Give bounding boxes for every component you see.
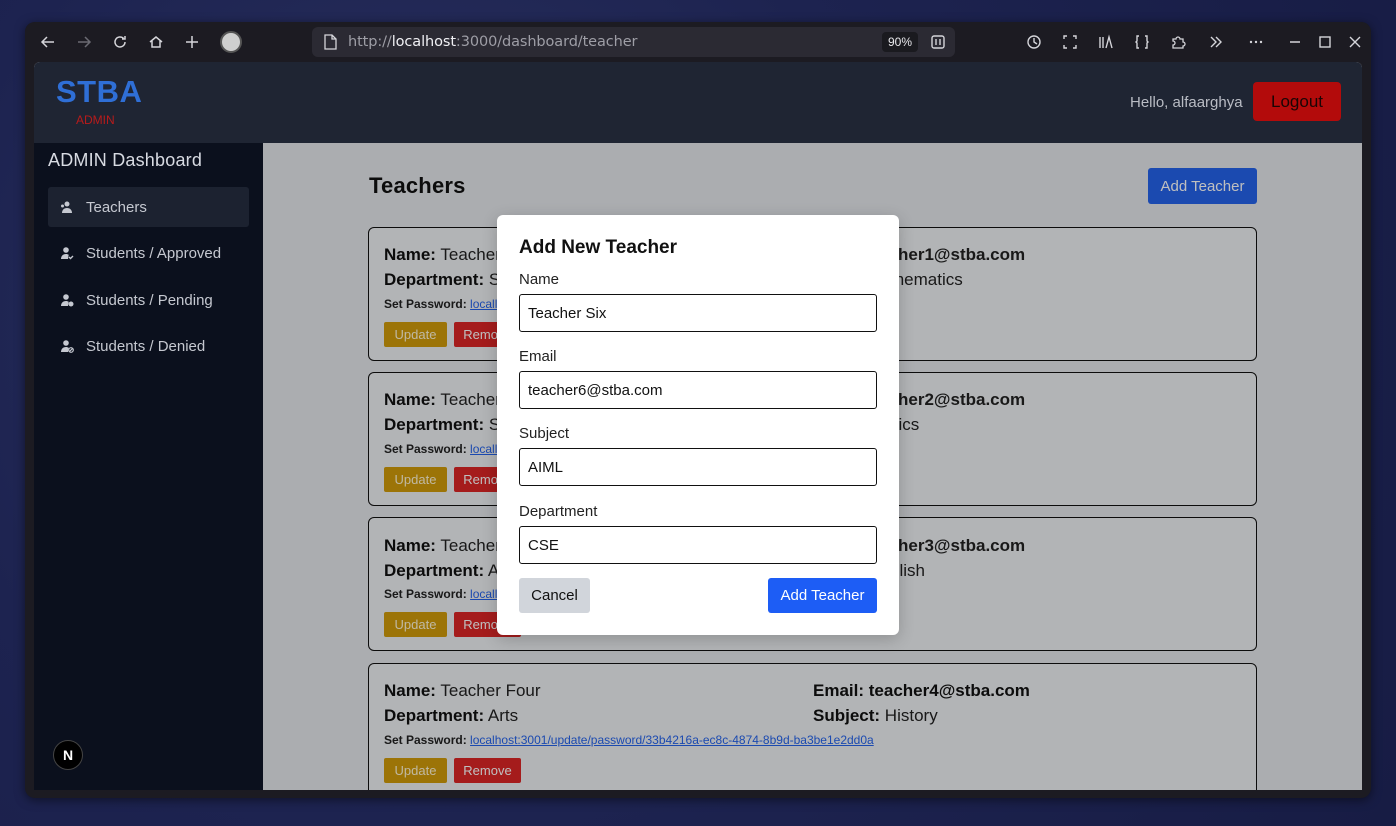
department-label: Department [519,503,598,520]
profile-avatar-icon[interactable] [220,31,242,53]
sidebar-title: ADMIN Dashboard [48,150,203,170]
app-logo-subtitle: ADMIN [76,113,115,127]
name-label: Name [519,271,560,288]
sidebar-item-teachers[interactable]: Teachers [48,187,249,227]
user-block-icon [60,339,74,353]
submit-add-teacher-button[interactable]: Add Teacher [768,578,877,613]
zoom-badge[interactable]: 90% [882,32,919,52]
subject-field[interactable] [519,448,877,486]
sidebar-item-students-pending[interactable]: Students / Pending [48,280,249,320]
url-bar[interactable]: http://localhost:3000/dashboard/teacher … [312,27,955,57]
add-teacher-modal: Add New Teacher Name Email Subject Depar… [497,215,899,635]
subject-label: Subject [519,425,570,442]
reload-icon[interactable] [108,30,132,54]
sidebar-item-label: Students / Approved [86,244,222,262]
dev-tools-icon[interactable] [1130,30,1154,54]
minimize-icon[interactable] [1283,30,1307,54]
app-header: STBA ADMIN Hello, alfaarghya Logout [34,62,1362,143]
logout-button[interactable]: Logout [1253,82,1341,121]
modal-title: Add New Teacher [519,237,678,258]
teachers-icon [60,200,74,214]
email-label: Email [519,348,557,365]
history-icon[interactable] [1022,30,1046,54]
page-viewport: STBA ADMIN Hello, alfaarghya Logout ADMI… [34,62,1362,790]
home-icon[interactable] [144,30,168,54]
extensions-icon[interactable] [1166,30,1190,54]
name-field[interactable] [519,294,877,332]
back-arrow-icon[interactable] [36,30,60,54]
page-icon [324,34,337,55]
department-field[interactable] [519,526,877,564]
close-icon[interactable] [1343,30,1367,54]
library-icon[interactable] [1094,30,1118,54]
overflow-icon[interactable] [1204,30,1228,54]
email-field[interactable] [519,371,877,409]
sidebar: ADMIN Dashboard Teachers Students / Appr… [34,143,263,790]
user-check-icon [60,246,74,260]
url-text[interactable]: http://localhost:3000/dashboard/teacher [348,34,638,50]
sidebar-item-label: Teachers [86,198,147,216]
sidebar-item-students-approved[interactable]: Students / Approved [48,233,249,273]
browser-window: http://localhost:3000/dashboard/teacher … [25,22,1371,798]
user-greeting: Hello, alfaarghya [1130,94,1243,111]
cancel-button[interactable]: Cancel [519,578,590,613]
nextjs-badge-icon[interactable]: N [53,740,83,770]
forward-arrow-icon[interactable] [72,30,96,54]
app-logo[interactable]: STBA [56,74,142,110]
browser-toolbar: http://localhost:3000/dashboard/teacher … [25,22,1371,62]
sidebar-item-label: Students / Pending [86,291,213,309]
reader-view-icon[interactable] [930,34,946,55]
menu-icon[interactable] [1244,30,1268,54]
sidebar-item-label: Students / Denied [86,337,206,355]
screenshot-icon[interactable] [1058,30,1082,54]
maximize-icon[interactable] [1313,30,1337,54]
sidebar-item-students-denied[interactable]: Students / Denied [48,326,249,366]
user-clock-icon [60,293,74,307]
new-tab-icon[interactable] [180,30,204,54]
